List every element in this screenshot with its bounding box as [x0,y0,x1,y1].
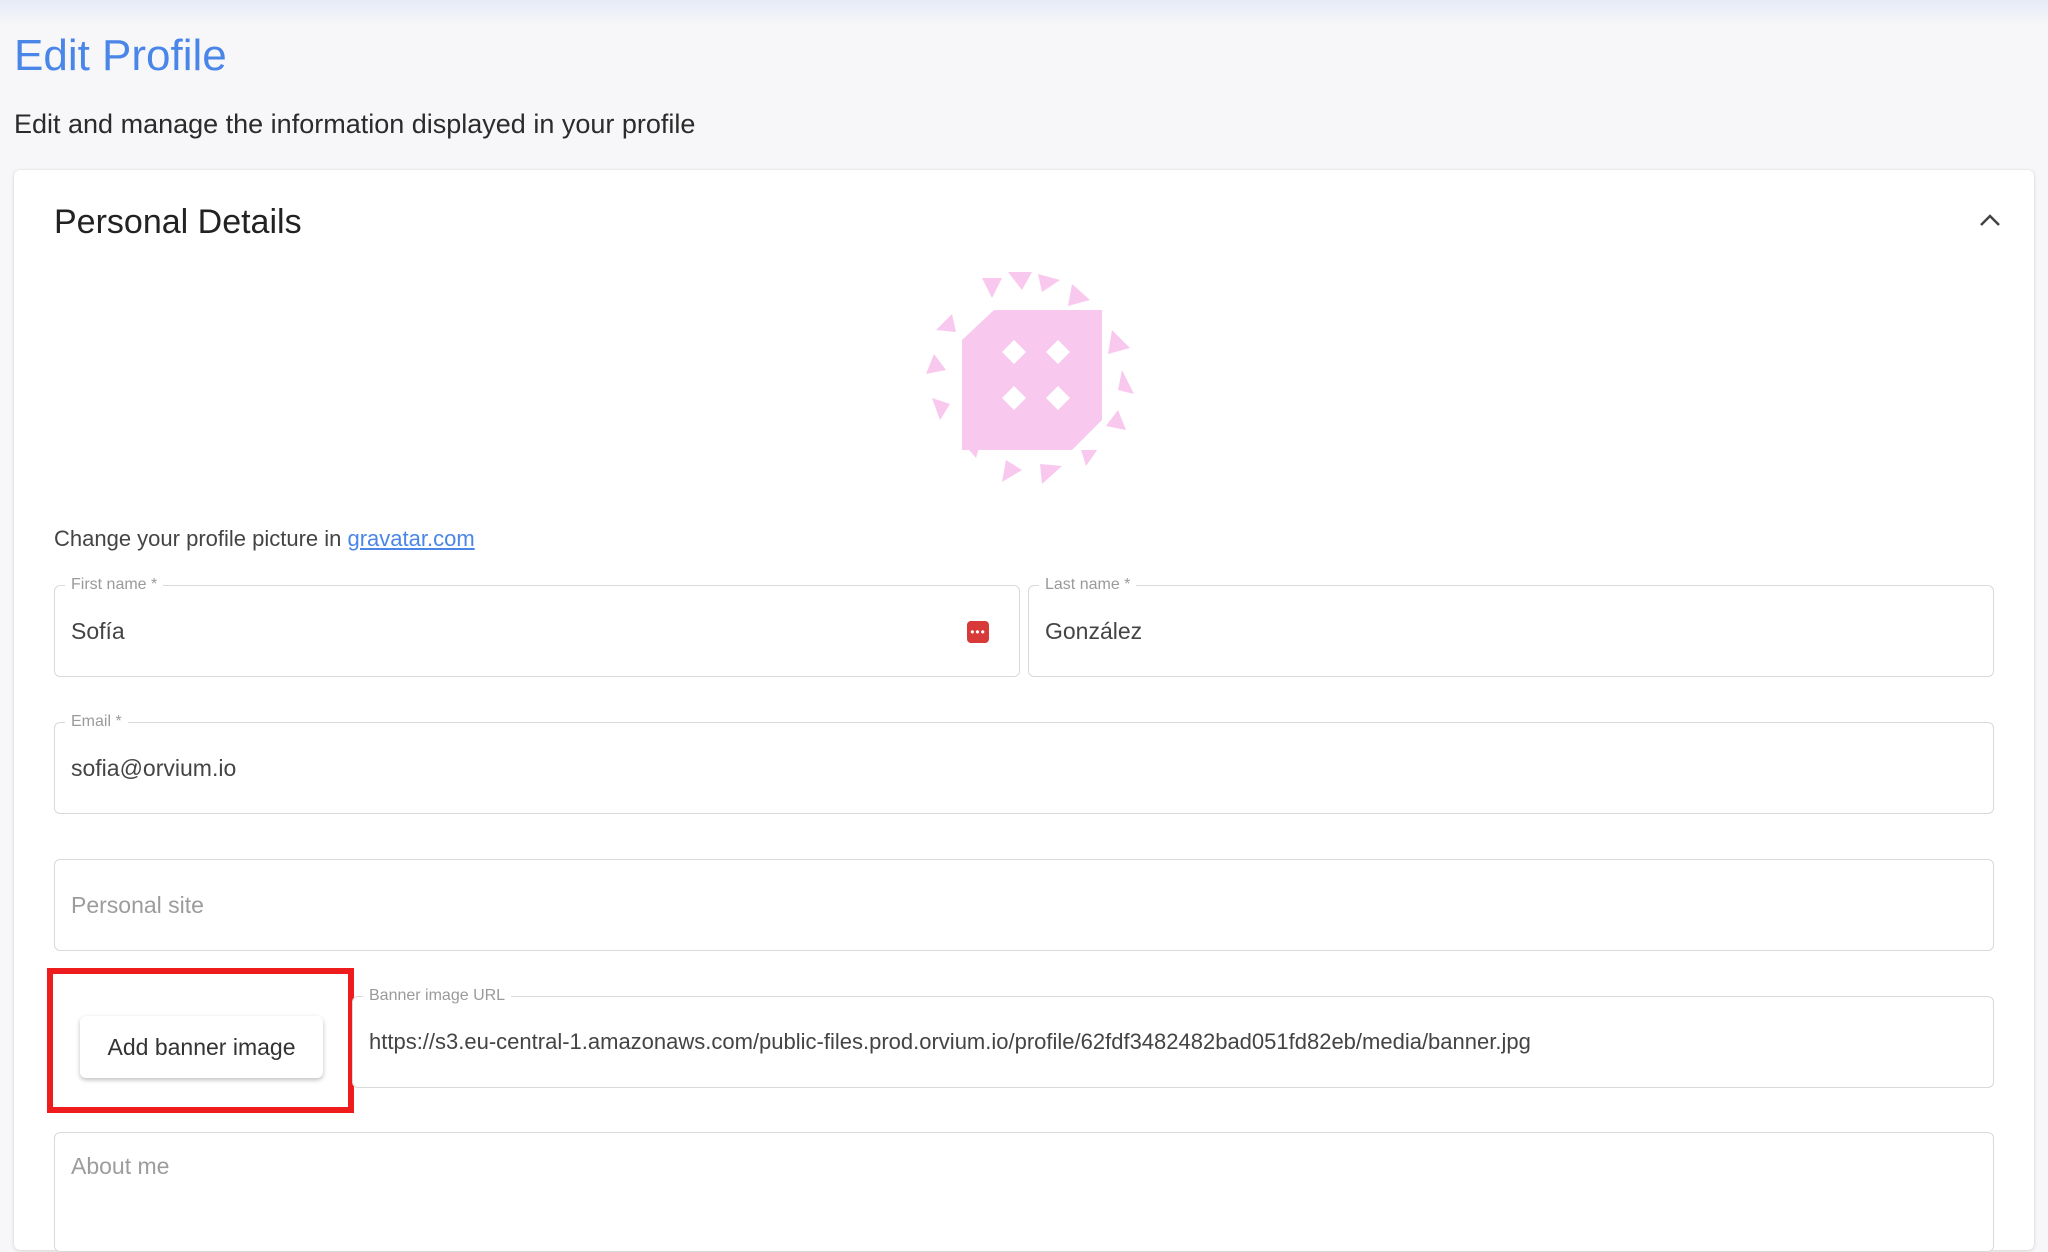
banner-url-value: https://s3.eu-central-1.amazonaws.com/pu… [369,1029,1531,1054]
last-name-field[interactable]: Last name * González [1028,575,1994,677]
page-subtitle: Edit and manage the information displaye… [14,109,696,139]
first-name-value: Sofía [71,617,125,644]
card-title: Personal Details [54,203,302,241]
personal-site-placeholder: Personal site [71,891,204,918]
about-me-placeholder: About me [71,1153,170,1179]
gravatar-hint-text: Change your profile picture in [54,526,348,551]
add-banner-image-button[interactable]: Add banner image [80,1016,323,1078]
page-title: Edit Profile [14,31,227,80]
password-manager-icon[interactable]: ••• [967,621,989,643]
avatar-identicon [926,272,1134,484]
email-value: sofia@orvium.io [71,754,237,781]
gravatar-link[interactable]: gravatar.com [348,526,475,551]
first-name-field[interactable]: First name * Sofía ••• [54,575,1020,677]
gravatar-hint: Change your profile picture in gravatar.… [54,524,475,554]
about-me-field[interactable]: About me [54,1132,1994,1252]
chevron-up-icon [1980,214,2000,226]
banner-url-field[interactable]: Banner image URL https://s3.eu-central-1… [352,986,1994,1088]
last-name-value: González [1045,617,1143,644]
collapse-button[interactable] [1968,198,2012,242]
personal-site-field[interactable]: Personal site [54,859,1994,951]
email-field[interactable]: Email * sofia@orvium.io [54,712,1994,814]
top-shade [0,0,2048,26]
